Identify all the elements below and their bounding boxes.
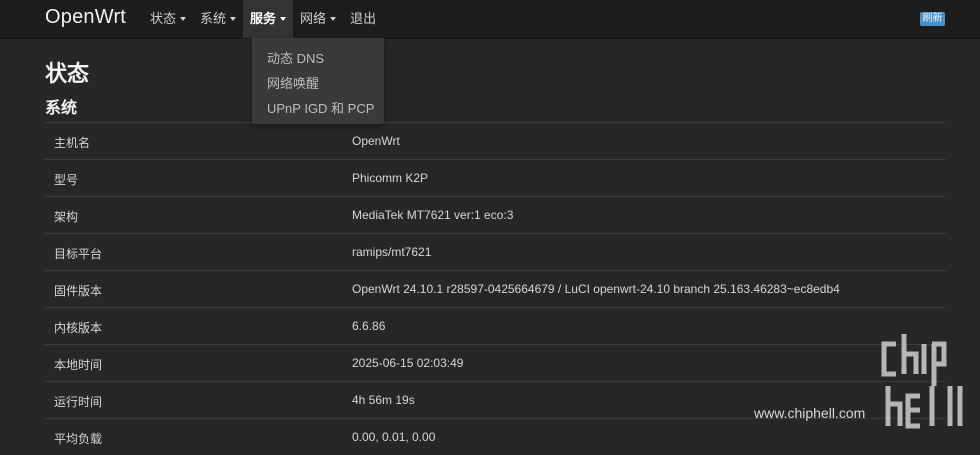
dropdown-item-wol[interactable]: 网络唤醒 (267, 73, 319, 92)
top-navbar: OpenWrt 状态 系统 服务 网络 退出 刷新 (0, 0, 980, 39)
row-key: 型号 (54, 173, 79, 187)
table-row: 内核版本 6.6.86 (45, 307, 946, 344)
table-row: 固件版本 OpenWrt 24.10.1 r28597-0425664679 /… (45, 270, 946, 307)
watermark-url: www.chiphell.com (754, 405, 866, 421)
row-value: ramips/mt7621 (352, 245, 432, 259)
menu-logout[interactable]: 退出 (343, 0, 383, 38)
chiphell-logo (881, 334, 963, 429)
caret-down-icon (280, 17, 287, 21)
row-key: 固件版本 (54, 284, 103, 298)
table-row: 目标平台 ramips/mt7621 (45, 233, 946, 270)
refresh-button[interactable]: 刷新 (920, 12, 945, 26)
table-row: 平均负载 0.00, 0.01, 0.00 (45, 418, 946, 455)
row-value: OpenWrt 24.10.1 r28597-0425664679 / LuCI… (352, 282, 840, 296)
row-key: 运行时间 (54, 395, 103, 409)
brand-logo[interactable]: OpenWrt (45, 6, 126, 29)
caret-down-icon (180, 17, 187, 21)
row-key: 架构 (54, 210, 79, 224)
menu-network[interactable]: 网络 (293, 0, 343, 38)
row-key: 目标平台 (54, 247, 103, 261)
table-row: 型号 Phicomm K2P (45, 159, 946, 196)
menu-services[interactable]: 服务 (243, 0, 294, 38)
menu-services-label: 服务 (250, 11, 277, 26)
row-key: 内核版本 (54, 321, 103, 335)
row-value: 2025-06-15 02:03:49 (352, 356, 464, 370)
row-key: 主机名 (54, 136, 91, 150)
menu-status-label: 状态 (150, 11, 177, 26)
row-value: MediaTek MT7621 ver:1 eco:3 (352, 208, 514, 222)
row-key: 平均负载 (54, 432, 103, 446)
row-value: Phicomm K2P (352, 171, 429, 185)
menu-logout-label: 退出 (350, 11, 377, 26)
row-value: 6.6.86 (352, 319, 386, 333)
row-value: 0.00, 0.01, 0.00 (352, 430, 436, 444)
table-row: 架构 MediaTek MT7621 ver:1 eco:3 (45, 196, 946, 233)
menu-system[interactable]: 系统 (193, 0, 243, 38)
table-row: 主机名 OpenWrt (45, 122, 946, 159)
page-title: 状态 (45, 61, 90, 86)
row-key: 本地时间 (54, 358, 103, 372)
table-row: 本地时间 2025-06-15 02:03:49 (45, 344, 946, 381)
menu-system-label: 系统 (200, 11, 227, 26)
caret-down-icon (330, 17, 337, 21)
caret-down-icon (230, 17, 237, 21)
dropdown-item-upnp[interactable]: UPnP IGD 和 PCP (267, 98, 374, 117)
main-menu: 状态 系统 服务 网络 退出 (143, 0, 383, 38)
services-dropdown-menu: 动态 DNS 网络唤醒 UPnP IGD 和 PCP (252, 38, 384, 124)
row-value: OpenWrt (352, 134, 400, 148)
dropdown-item-ddns[interactable]: 动态 DNS (267, 48, 324, 67)
menu-network-label: 网络 (300, 11, 327, 26)
section-title: 系统 (45, 100, 78, 117)
menu-status[interactable]: 状态 (143, 0, 193, 38)
row-value: 4h 56m 19s (352, 393, 415, 407)
